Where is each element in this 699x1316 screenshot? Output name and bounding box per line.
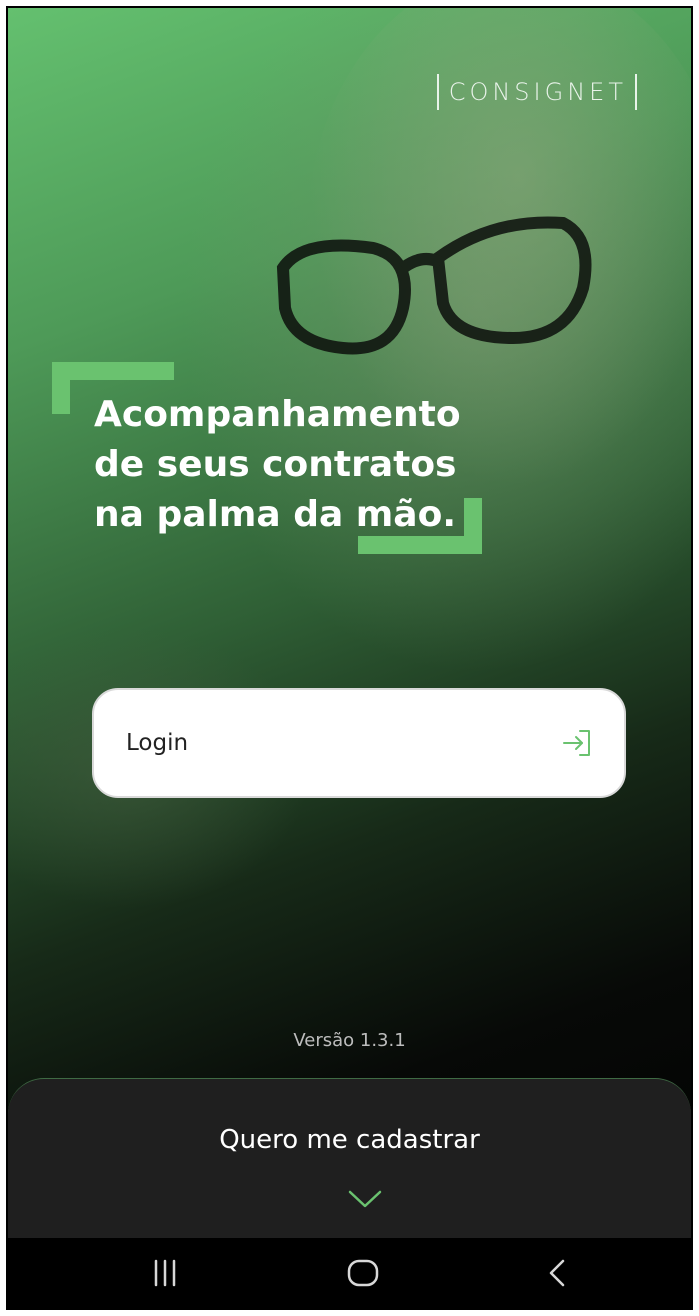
chevron-down-icon[interactable] bbox=[348, 1189, 382, 1214]
hero-line-1: Acompanhamento bbox=[94, 394, 461, 435]
app-version: Versão 1.3.1 bbox=[293, 1030, 406, 1051]
register-button-label[interactable]: Quero me cadastrar bbox=[8, 1125, 691, 1155]
phone-frame: CONSIGNET Acompanhamento de seus contrat… bbox=[6, 6, 693, 1310]
login-button[interactable]: Login bbox=[92, 688, 626, 798]
home-icon[interactable] bbox=[346, 1258, 380, 1293]
register-sheet[interactable]: Quero me cadastrar bbox=[8, 1078, 691, 1249]
hero-line-3: na palma da mão. bbox=[94, 494, 457, 535]
recent-apps-icon[interactable] bbox=[152, 1258, 178, 1293]
brand-logo: CONSIGNET bbox=[436, 74, 637, 110]
app-screen: CONSIGNET Acompanhamento de seus contrat… bbox=[8, 8, 691, 1308]
back-icon[interactable] bbox=[546, 1258, 568, 1293]
login-button-label: Login bbox=[126, 730, 189, 756]
system-navigation-bar bbox=[8, 1238, 691, 1308]
glasses-illustration bbox=[276, 216, 592, 355]
hero-headline: Acompanhamento de seus contratos na palm… bbox=[94, 390, 461, 540]
hero-line-2: de seus contratos bbox=[94, 444, 457, 485]
login-arrow-icon bbox=[562, 728, 592, 758]
